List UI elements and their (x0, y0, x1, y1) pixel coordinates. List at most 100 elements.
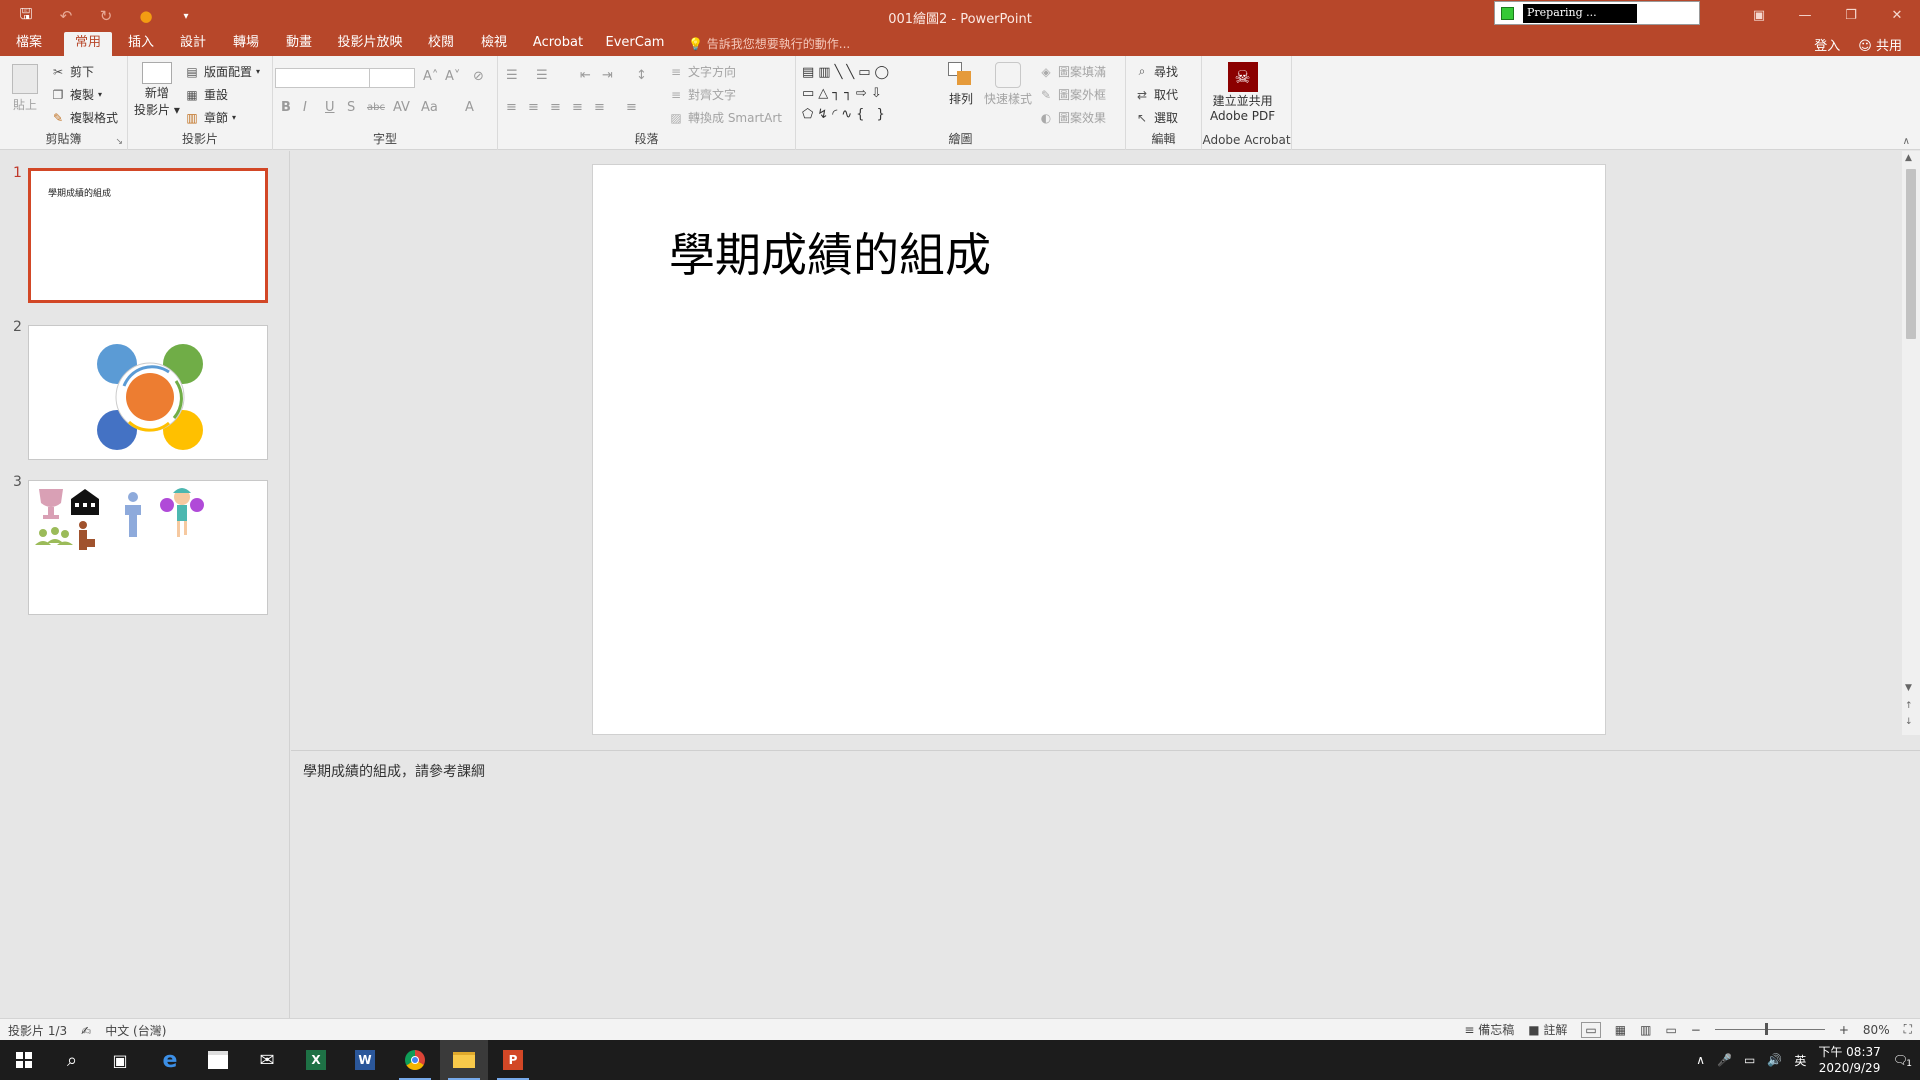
zoom-out-icon[interactable]: − (1691, 1023, 1701, 1037)
align-center-icon[interactable]: ≡ (528, 100, 539, 115)
dialog-launcher-icon[interactable]: ↘ (115, 137, 123, 147)
font-name-box[interactable] (275, 68, 371, 88)
clear-format-icon[interactable]: ⊘ (473, 69, 484, 84)
paste-button[interactable]: 貼上 (12, 64, 38, 113)
word-icon[interactable]: W (341, 1040, 389, 1080)
create-pdf-button[interactable]: ☠ 建立並共用 Adobe PDF (1210, 62, 1275, 123)
excel-icon[interactable]: X (292, 1040, 340, 1080)
tab-view[interactable]: 檢視 (473, 32, 515, 56)
slideshow-view-icon[interactable]: ▭ (1665, 1023, 1676, 1037)
powerpoint-icon[interactable]: P (489, 1040, 537, 1080)
zoom-slider[interactable] (1714, 1023, 1825, 1035)
present-from-start-icon[interactable]: ● (134, 4, 158, 28)
notes-pane[interactable]: 學期成績的組成，請參考課綱 (291, 750, 1920, 1018)
shapes-gallery[interactable]: ▤▥╲╲▭◯ ▭△┐┐⇨⇩ ⬠↯◜∿{ } (802, 62, 940, 124)
align-right-icon[interactable]: ≡ (550, 100, 561, 115)
tab-evercam[interactable]: EverCam (604, 32, 666, 56)
char-spacing-icon[interactable]: AV (393, 100, 410, 115)
arrange-button[interactable]: 排列 (948, 62, 974, 107)
text-direction-button[interactable]: ≡ 文字方向 (668, 63, 736, 80)
new-slide-button[interactable]: 新增 投影片 ▾ (134, 62, 180, 118)
share-button[interactable]: ☺ 共用 (1858, 35, 1902, 54)
tab-transitions[interactable]: 轉場 (225, 32, 267, 56)
select-button[interactable]: ↖ 選取 (1134, 109, 1178, 126)
shape-effects-button[interactable]: ◐ 圖案效果 (1038, 109, 1106, 126)
ribbon-display-options-icon[interactable]: ▣ (1736, 0, 1782, 30)
layout-button[interactable]: ▤ 版面配置 ▾ (184, 63, 260, 80)
tab-acrobat[interactable]: Acrobat (528, 32, 588, 56)
previous-slide-icon[interactable]: ↑ (1905, 701, 1913, 711)
notes-text[interactable]: 學期成績的組成，請參考課綱 (303, 761, 485, 781)
justify-icon[interactable]: ≡ (572, 100, 583, 115)
search-icon[interactable]: ⌕ (48, 1040, 96, 1080)
align-text-button[interactable]: ≡ 對齊文字 (668, 86, 736, 103)
minimize-button[interactable]: — (1782, 0, 1828, 30)
shadow-icon[interactable]: S (347, 100, 355, 115)
tab-insert[interactable]: 插入 (120, 32, 162, 56)
cut-button[interactable]: ✂ 剪下 (50, 63, 94, 80)
convert-smartart-button[interactable]: ▨ 轉換成 SmartArt (668, 109, 782, 126)
scrollbar-thumb[interactable] (1906, 169, 1916, 339)
bold-icon[interactable]: B (281, 100, 291, 115)
chrome-icon[interactable] (391, 1040, 439, 1080)
comments-button[interactable]: ■ 註解 (1528, 1021, 1567, 1038)
font-color-icon[interactable]: A (465, 100, 474, 115)
scroll-down-icon[interactable]: ▼ (1905, 683, 1912, 693)
tab-file[interactable]: 檔案 (8, 32, 50, 56)
distributed-icon[interactable]: ≡ (594, 100, 605, 115)
tab-animations[interactable]: 動畫 (278, 32, 320, 56)
windows-start-icon[interactable] (0, 1040, 48, 1080)
notes-toggle-button[interactable]: ≡ 備忘稿 (1464, 1021, 1514, 1038)
normal-view-icon[interactable]: ▭ (1581, 1021, 1601, 1038)
find-button[interactable]: ⌕ 尋找 (1134, 63, 1178, 80)
copy-button[interactable]: ❐ 複製 ▾ (50, 86, 102, 103)
slide-thumbnail-1[interactable]: 學期成績的組成 (28, 168, 268, 303)
slide-title[interactable]: 學期成績的組成 (669, 219, 991, 285)
edge-icon[interactable]: e (146, 1040, 194, 1080)
zoom-in-icon[interactable]: + (1839, 1023, 1849, 1037)
slide-canvas[interactable]: 學期成績的組成 (592, 164, 1606, 735)
undo-icon[interactable]: ↶ (54, 4, 78, 28)
ime-indicator[interactable]: 英 (1794, 1052, 1806, 1069)
shrink-font-icon[interactable]: A˅ (445, 69, 460, 84)
reset-button[interactable]: ▦ 重設 (184, 86, 228, 103)
save-icon[interactable]: 🖫 (14, 4, 38, 28)
sign-in-link[interactable]: 登入 (1814, 35, 1840, 54)
notification-center[interactable]: 🗨 1 (1893, 1053, 1912, 1069)
customize-qat-icon[interactable]: ▾ (174, 4, 198, 28)
tab-design[interactable]: 設計 (172, 32, 214, 56)
slide-sorter-icon[interactable]: ▦ (1615, 1023, 1626, 1037)
replace-button[interactable]: ⇄ 取代 (1134, 86, 1178, 103)
reading-view-icon[interactable]: ▥ (1640, 1023, 1651, 1037)
format-painter-button[interactable]: ✎ 複製格式 (50, 109, 118, 126)
tab-slideshow[interactable]: 投影片放映 (334, 32, 406, 56)
grow-font-icon[interactable]: A˄ (423, 69, 438, 84)
zoom-level[interactable]: 80% (1863, 1023, 1890, 1037)
section-button[interactable]: ▥ 章節 ▾ (184, 109, 236, 126)
slide-thumbnail-2[interactable] (28, 325, 268, 460)
microphone-icon[interactable]: 🎤 (1717, 1053, 1732, 1067)
collapse-ribbon-icon[interactable]: ∧ (1903, 136, 1910, 147)
tell-me-box[interactable]: 💡 告訴我您想要執行的動作... (688, 35, 850, 52)
strikethrough-icon[interactable]: abc (367, 102, 385, 113)
restore-button[interactable]: ❐ (1828, 0, 1874, 30)
align-left-icon[interactable]: ≡ (506, 100, 517, 115)
line-spacing-icon[interactable]: ↕ (636, 68, 647, 83)
tab-home[interactable]: 常用 (64, 32, 112, 56)
task-view-icon[interactable]: ▣ (96, 1040, 144, 1080)
file-explorer-icon[interactable] (440, 1040, 488, 1080)
fit-to-window-icon[interactable]: ⛶ (1904, 1022, 1912, 1037)
next-slide-icon[interactable]: ↓ (1905, 717, 1913, 727)
redo-icon[interactable]: ↻ (94, 4, 118, 28)
quick-styles-button[interactable]: 快速樣式 (984, 62, 1032, 107)
spellcheck-icon[interactable]: ✍ (81, 1024, 91, 1038)
change-case-icon[interactable]: Aa (421, 100, 438, 115)
columns-icon[interactable]: ≡ (626, 100, 637, 115)
underline-icon[interactable]: U (325, 100, 335, 115)
store-icon[interactable] (194, 1040, 242, 1080)
font-size-box[interactable] (369, 68, 415, 88)
increase-indent-icon[interactable]: ⇥ (602, 68, 613, 83)
shape-outline-button[interactable]: ✎ 圖案外框 (1038, 86, 1106, 103)
language-indicator[interactable]: 中文 (台灣) (105, 1022, 166, 1039)
show-hidden-icons[interactable]: ∧ (1696, 1053, 1705, 1067)
